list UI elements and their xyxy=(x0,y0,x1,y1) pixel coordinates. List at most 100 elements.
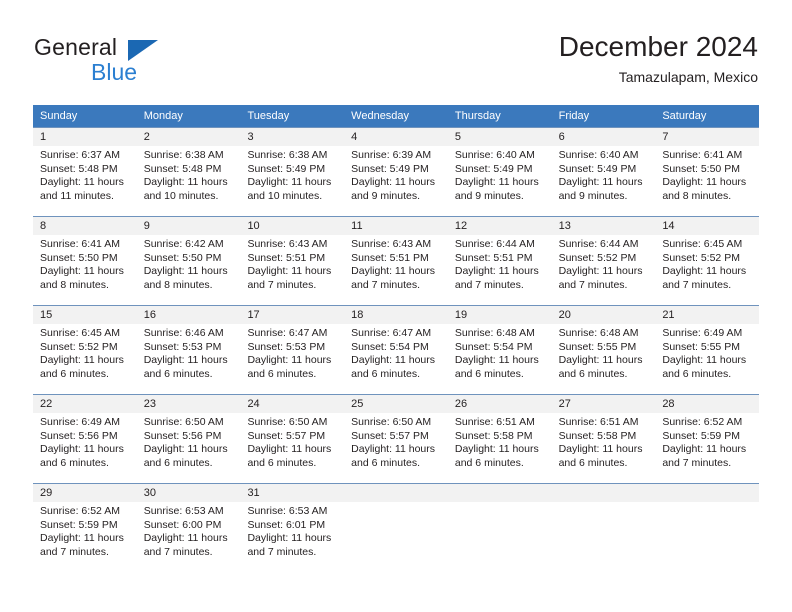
day-details: Sunrise: 6:39 AM Sunset: 5:49 PM Daylight:… xyxy=(344,146,448,203)
day-number: 20 xyxy=(551,306,656,324)
daylight-text-line1: Daylight: 11 hours xyxy=(662,443,747,456)
day-cell[interactable]: 14 Sunrise: 6:45 AM Sunset: 5:52 PM Dayligh… xyxy=(655,217,760,305)
page-header: General Blue December 2024 Tamazulapam, … xyxy=(0,0,792,100)
daylight-text-line1: Daylight: 11 hours xyxy=(40,443,124,456)
daylight-text-line1: Daylight: 11 hours xyxy=(247,443,332,456)
day-number: 15 xyxy=(33,306,137,324)
sunset-text: Sunset: 5:52 PM xyxy=(40,340,118,353)
day-cell[interactable]: 4 Sunrise: 6:39 AM Sunset: 5:49 PM Daylight… xyxy=(344,128,448,216)
daylight-text-line2: and 7 minutes. xyxy=(351,278,421,291)
sunset-text: Sunset: 5:50 PM xyxy=(662,162,740,175)
daylight-text-line2: and 6 minutes. xyxy=(558,456,628,469)
page-title: December 2024 xyxy=(558,31,758,62)
sunset-text: Sunset: 5:53 PM xyxy=(247,340,326,353)
day-details: Sunrise: 6:45 AM Sunset: 5:52 PM Daylight:… xyxy=(33,324,137,381)
day-details xyxy=(448,502,552,505)
sunrise-text: Sunrise: 6:39 AM xyxy=(351,149,432,161)
day-cell[interactable]: 28 Sunrise: 6:52 AM Sunset: 5:59 PM Dayligh… xyxy=(655,395,760,483)
sunset-text: Sunset: 5:48 PM xyxy=(40,162,118,175)
sunset-text: Sunset: 5:53 PM xyxy=(143,340,222,353)
day-cell[interactable]: 12 Sunrise: 6:44 AM Sunset: 5:51 PM Dayligh… xyxy=(447,217,552,305)
day-number: 8 xyxy=(33,217,137,235)
day-number: 24 xyxy=(240,395,345,413)
day-cell[interactable]: 18 Sunrise: 6:47 AM Sunset: 5:54 PM Dayligh… xyxy=(344,306,448,394)
day-cell[interactable]: 10 Sunrise: 6:43 AM Sunset: 5:51 PM Dayligh… xyxy=(240,217,345,305)
day-number: 18 xyxy=(344,306,448,324)
day-cell[interactable]: 19 Sunrise: 6:48 AM Sunset: 5:54 PM Dayligh… xyxy=(447,306,552,394)
day-number: 17 xyxy=(240,306,345,324)
day-details: Sunrise: 6:41 AM Sunset: 5:50 PM Daylight:… xyxy=(655,146,759,203)
day-cell[interactable]: 3 Sunrise: 6:38 AM Sunset: 5:49 PM Daylight… xyxy=(240,128,345,216)
day-cell[interactable]: 24 Sunrise: 6:50 AM Sunset: 5:57 PM Dayligh… xyxy=(240,395,345,483)
day-cell[interactable]: 17 Sunrise: 6:47 AM Sunset: 5:53 PM Dayligh… xyxy=(240,306,345,394)
day-cell[interactable]: 1 Sunrise: 6:37 AM Sunset: 5:48 PM Daylight… xyxy=(33,128,137,216)
day-details: Sunrise: 6:53 AM Sunset: 6:01 PM Daylight:… xyxy=(240,502,344,559)
day-cell[interactable]: 30 Sunrise: 6:53 AM Sunset: 6:00 PM Dayligh… xyxy=(136,484,241,572)
daylight-text-line2: and 6 minutes. xyxy=(143,456,213,469)
day-cell[interactable]: 21 Sunrise: 6:49 AM Sunset: 5:55 PM Dayligh… xyxy=(655,306,760,394)
day-details: Sunrise: 6:38 AM Sunset: 5:48 PM Daylight:… xyxy=(137,146,241,203)
sunset-text: Sunset: 5:52 PM xyxy=(662,251,740,264)
daylight-text-line2: and 6 minutes. xyxy=(143,367,213,380)
day-details: Sunrise: 6:38 AM Sunset: 5:49 PM Daylight:… xyxy=(240,146,344,203)
day-cell[interactable]: 11 Sunrise: 6:43 AM Sunset: 5:51 PM Dayligh… xyxy=(344,217,448,305)
day-details: Sunrise: 6:46 AM Sunset: 5:53 PM Daylight:… xyxy=(137,324,241,381)
day-cell[interactable]: 29 Sunrise: 6:52 AM Sunset: 5:59 PM Dayligh… xyxy=(33,484,137,572)
calendar-page: General Blue December 2024 Tamazulapam, … xyxy=(0,0,792,612)
day-number xyxy=(551,484,656,502)
day-cell[interactable]: 20 Sunrise: 6:48 AM Sunset: 5:55 PM Dayligh… xyxy=(551,306,656,394)
day-cell[interactable]: 23 Sunrise: 6:50 AM Sunset: 5:56 PM Dayligh… xyxy=(136,395,241,483)
day-number: 2 xyxy=(136,128,241,146)
day-cell[interactable]: 6 Sunrise: 6:40 AM Sunset: 5:49 PM Daylight… xyxy=(551,128,656,216)
daylight-text-line2: and 6 minutes. xyxy=(40,367,109,380)
day-details: Sunrise: 6:51 AM Sunset: 5:58 PM Daylight:… xyxy=(552,413,656,470)
day-number: 31 xyxy=(240,484,345,502)
daylight-text-line1: Daylight: 11 hours xyxy=(143,532,228,545)
week-row: 15 Sunrise: 6:45 AM Sunset: 5:52 PM Dayligh… xyxy=(33,305,760,394)
sunset-text: Sunset: 5:58 PM xyxy=(558,429,637,442)
daylight-text-line1: Daylight: 11 hours xyxy=(351,354,436,367)
day-cell-empty xyxy=(344,484,448,572)
day-details: Sunrise: 6:45 AM Sunset: 5:52 PM Daylight:… xyxy=(655,235,759,292)
daylight-text-line2: and 6 minutes. xyxy=(247,456,317,469)
sunrise-text: Sunrise: 6:47 AM xyxy=(351,327,432,339)
sunrise-text: Sunrise: 6:47 AM xyxy=(247,327,328,339)
sunrise-text: Sunrise: 6:37 AM xyxy=(40,149,120,161)
day-cell[interactable]: 15 Sunrise: 6:45 AM Sunset: 5:52 PM Dayligh… xyxy=(33,306,137,394)
daylight-text-line1: Daylight: 11 hours xyxy=(558,176,643,189)
day-number: 10 xyxy=(240,217,345,235)
day-cell[interactable]: 8 Sunrise: 6:41 AM Sunset: 5:50 PM Daylight… xyxy=(33,217,137,305)
day-cell[interactable]: 13 Sunrise: 6:44 AM Sunset: 5:52 PM Dayligh… xyxy=(551,217,656,305)
day-cell[interactable]: 27 Sunrise: 6:51 AM Sunset: 5:58 PM Dayligh… xyxy=(551,395,656,483)
daylight-text-line2: and 10 minutes. xyxy=(247,189,323,202)
day-cell[interactable]: 26 Sunrise: 6:51 AM Sunset: 5:58 PM Dayligh… xyxy=(447,395,552,483)
general-blue-logo[interactable]: General Blue xyxy=(34,34,234,90)
sunset-text: Sunset: 5:57 PM xyxy=(247,429,326,442)
day-cell[interactable]: 25 Sunrise: 6:50 AM Sunset: 5:57 PM Dayligh… xyxy=(344,395,448,483)
day-cell[interactable]: 16 Sunrise: 6:46 AM Sunset: 5:53 PM Dayligh… xyxy=(136,306,241,394)
daylight-text-line1: Daylight: 11 hours xyxy=(454,176,539,189)
sunset-text: Sunset: 5:51 PM xyxy=(454,251,533,264)
week-row: 8 Sunrise: 6:41 AM Sunset: 5:50 PM Daylight… xyxy=(33,216,760,305)
day-cell[interactable]: 22 Sunrise: 6:49 AM Sunset: 5:56 PM Dayligh… xyxy=(33,395,137,483)
day-cell[interactable]: 31 Sunrise: 6:53 AM Sunset: 6:01 PM Dayligh… xyxy=(240,484,345,572)
daylight-text-line2: and 9 minutes. xyxy=(351,189,421,202)
day-details xyxy=(552,502,656,505)
weekday-header-thursday: Thursday xyxy=(454,110,501,122)
sunrise-text: Sunrise: 6:38 AM xyxy=(143,149,224,161)
daylight-text-line1: Daylight: 11 hours xyxy=(143,354,228,367)
day-cell[interactable]: 9 Sunrise: 6:42 AM Sunset: 5:50 PM Daylight… xyxy=(136,217,241,305)
day-number: 4 xyxy=(344,128,448,146)
day-cell[interactable]: 5 Sunrise: 6:40 AM Sunset: 5:49 PM Daylight… xyxy=(447,128,552,216)
day-details: Sunrise: 6:37 AM Sunset: 5:48 PM Daylight:… xyxy=(33,146,137,203)
sunset-text: Sunset: 5:55 PM xyxy=(558,340,637,353)
day-details: Sunrise: 6:51 AM Sunset: 5:58 PM Daylight:… xyxy=(448,413,552,470)
daylight-text-line2: and 7 minutes. xyxy=(662,456,732,469)
day-cell[interactable]: 2 Sunrise: 6:38 AM Sunset: 5:48 PM Daylight… xyxy=(136,128,241,216)
day-details: Sunrise: 6:49 AM Sunset: 5:56 PM Daylight:… xyxy=(33,413,137,470)
sunset-text: Sunset: 5:56 PM xyxy=(40,429,118,442)
day-number: 30 xyxy=(136,484,241,502)
day-number: 25 xyxy=(344,395,448,413)
day-number: 28 xyxy=(655,395,760,413)
day-cell[interactable]: 7 Sunrise: 6:41 AM Sunset: 5:50 PM Daylight… xyxy=(655,128,760,216)
